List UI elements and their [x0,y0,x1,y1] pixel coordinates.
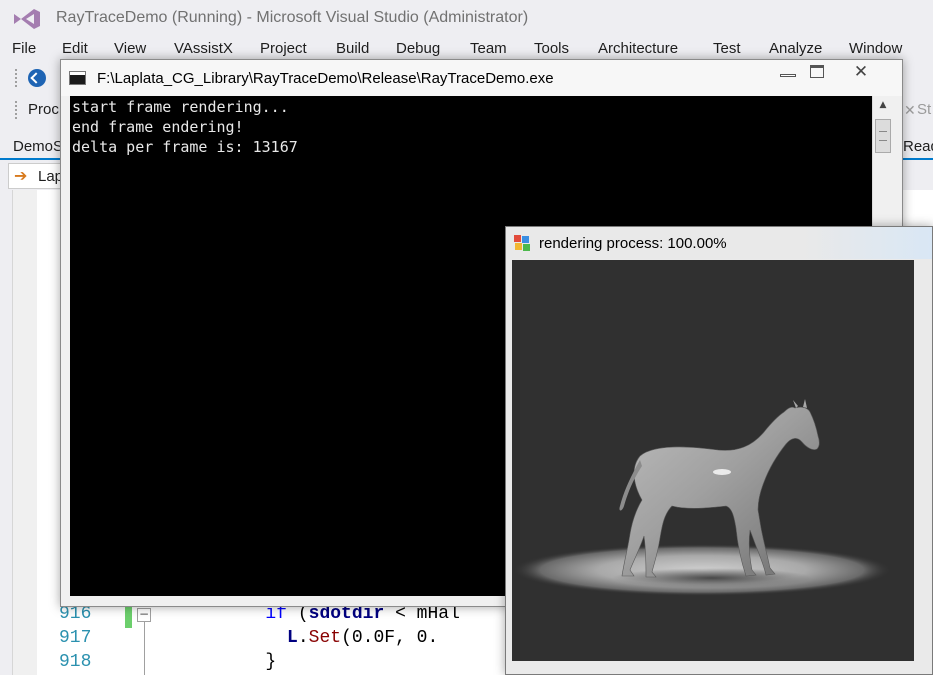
console-line: delta per frame is: 13167 [72,138,298,156]
menu-file[interactable]: File [12,40,36,57]
code-text: L.Set(0.0F, 0. [287,628,439,648]
code-text: if (sdotdir < mHal [265,604,460,624]
visual-studio-logo-icon [14,9,40,29]
console-line: end frame endering! [72,118,244,136]
navigation-arrow-icon: ➔ [14,168,28,185]
menu-edit[interactable]: Edit [62,40,88,57]
editor-indicator-margin [13,190,37,675]
menu-team[interactable]: Team [470,40,507,57]
console-title: F:\Laplata_CG_Library\RayTraceDemo\Relea… [97,70,554,87]
start-icon[interactable]: ✕ [904,102,916,119]
toolbar-grip[interactable] [14,68,18,88]
minimize-button[interactable] [774,61,802,85]
scroll-thumb[interactable] [875,119,891,153]
console-line: start frame rendering... [72,98,289,116]
menu-tools[interactable]: Tools [534,40,569,57]
line-number: 917 [59,628,92,648]
menu-window[interactable]: Window [849,40,902,57]
code-text: } [265,652,277,672]
line-number: 916 [59,604,92,624]
line-number: 918 [59,652,92,672]
start-label[interactable]: St [917,101,931,118]
tab-readme[interactable]: Read [903,138,933,155]
identifier-sdotdir: sdotdir [308,604,385,624]
menu-vassistx[interactable]: VAssistX [174,40,233,57]
menu-project[interactable]: Project [260,40,307,57]
minimize-icon [780,74,796,77]
menu-build[interactable]: Build [336,40,369,57]
rendered-image [512,260,914,661]
vs-titlebar: RayTraceDemo (Running) - Microsoft Visua… [0,0,933,38]
app-cubes-icon [514,235,530,251]
menu-view[interactable]: View [114,40,146,57]
process-label: Proc [28,101,59,118]
render-titlebar[interactable]: rendering process: 100.00% [506,227,932,259]
identifier-l: L [287,628,298,648]
close-button[interactable]: ✕ [835,61,887,85]
console-app-icon [69,71,86,85]
console-titlebar[interactable]: F:\Laplata_CG_Library\RayTraceDemo\Relea… [61,60,902,96]
window-title: RayTraceDemo (Running) - Microsoft Visua… [56,9,529,26]
render-window[interactable]: rendering process: 100.00% [505,226,933,675]
keyword-if: if [265,604,288,624]
scroll-up-icon[interactable]: ▲ [873,96,893,114]
maximize-icon [810,65,824,78]
maximize-button[interactable] [803,61,831,85]
function-set: Set [308,628,342,648]
render-progress-title: rendering process: 100.00% [539,235,727,252]
menu-debug[interactable]: Debug [396,40,440,57]
navigation-bar[interactable]: ➔ Lap [8,163,68,189]
toolbar-grip[interactable] [14,100,18,120]
menu-architecture[interactable]: Architecture [598,40,678,57]
menu-test[interactable]: Test [713,40,741,57]
close-icon: ✕ [853,62,869,82]
change-tracking-mark [125,604,132,628]
horse-render-image [512,260,914,661]
tab-demo-source[interactable]: DemoS [13,138,63,155]
menu-analyze[interactable]: Analyze [769,40,822,57]
collapse-icon[interactable]: − [137,608,151,622]
navigate-back-icon[interactable] [28,69,46,87]
